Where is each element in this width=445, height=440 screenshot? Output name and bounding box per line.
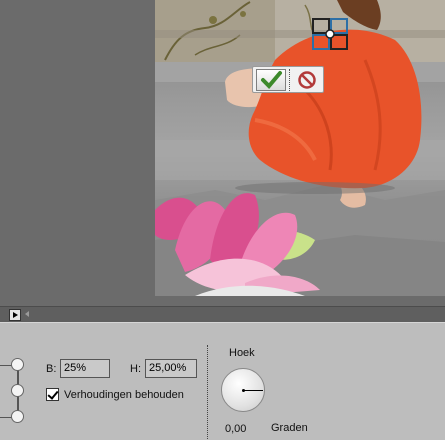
- reference-point-middle[interactable]: [11, 384, 24, 397]
- panel-divider: [207, 345, 208, 440]
- checkmark-icon: [261, 71, 282, 89]
- width-label: B:: [46, 363, 57, 375]
- commit-separator: [289, 69, 290, 91]
- move-handle-icon: [312, 18, 348, 50]
- angle-unit-label: Graden: [271, 422, 308, 434]
- cancel-button[interactable]: [293, 69, 321, 91]
- transform-commit-bar: [252, 66, 324, 93]
- cancel-circle-icon: [298, 71, 316, 89]
- photo-illustration: [155, 0, 445, 296]
- angle-title: Hoek: [229, 347, 255, 359]
- canvas-area[interactable]: [0, 0, 445, 310]
- angle-value[interactable]: 0,00: [225, 423, 246, 435]
- angle-dial[interactable]: [221, 368, 265, 412]
- play-icon[interactable]: [9, 309, 21, 321]
- keep-proportions-checkbox[interactable]: [46, 388, 59, 401]
- reference-point-selector: [0, 323, 30, 440]
- commit-button[interactable]: [256, 69, 286, 91]
- width-field[interactable]: 25%: [60, 359, 110, 378]
- photo-canvas[interactable]: [155, 0, 445, 296]
- timeline-strip: [0, 306, 445, 322]
- transform-reference-handle[interactable]: [312, 18, 348, 50]
- angle-indicator: [244, 390, 263, 391]
- reference-point-bottom[interactable]: [11, 410, 24, 423]
- scroll-left-arrow-icon[interactable]: [25, 311, 29, 317]
- height-label: H:: [130, 363, 141, 375]
- keep-proportions-label: Verhoudingen behouden: [64, 389, 184, 401]
- reference-point-top[interactable]: [11, 358, 24, 371]
- height-field[interactable]: 25,00%: [145, 359, 197, 378]
- tool-options-panel: B: 25% H: 25,00% Verhoudingen behouden H…: [0, 322, 445, 440]
- angle-center: [242, 389, 245, 392]
